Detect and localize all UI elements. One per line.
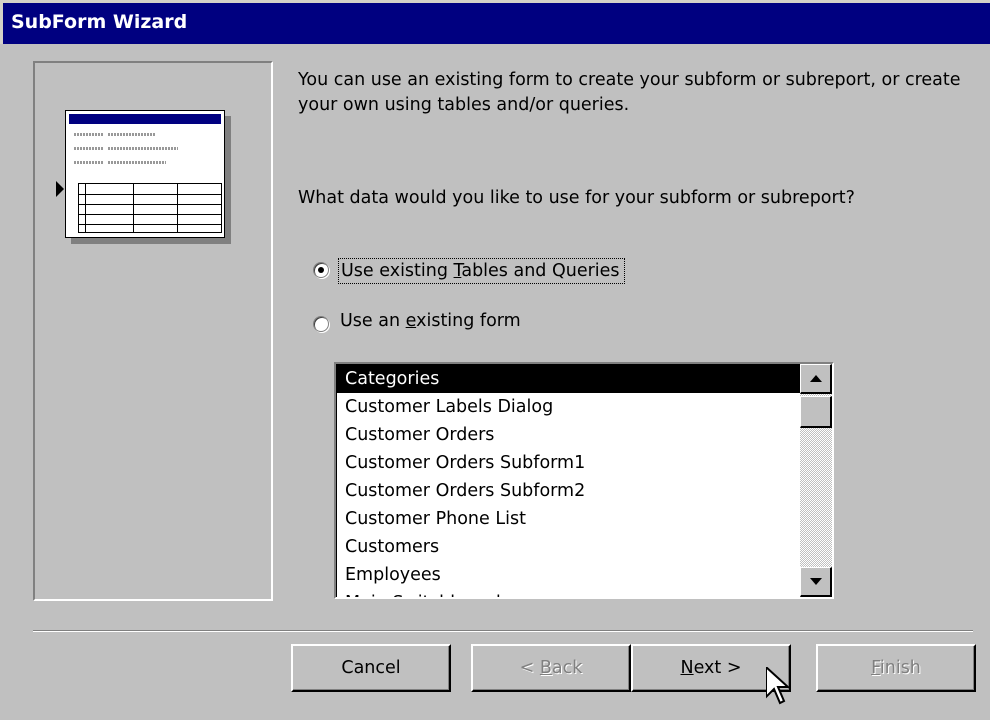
title-bar: SubForm Wizard [0,0,990,44]
question-text: What data would you like to use for your… [298,188,855,208]
arrow-up-icon [810,375,822,382]
separator [33,630,973,632]
scroll-down-button[interactable] [800,567,832,597]
listbox-items: Categories Customer Labels Dialog Custom… [336,364,800,597]
radio-use-tables-queries[interactable] [313,262,329,278]
preview-panel [33,61,273,601]
intro-text: You can use an existing form to create y… [298,70,961,115]
list-item[interactable]: Customer Orders Subform2 [337,477,800,505]
list-item[interactable]: Main Switchboard [337,589,800,597]
finish-button[interactable]: Finish [816,644,976,692]
cancel-button[interactable]: Cancel [291,644,451,692]
list-item[interactable]: Customer Orders Subform1 [337,449,800,477]
form-preview-illustration [65,110,225,238]
arrow-down-icon [810,578,822,585]
radio-selected-dot [318,267,324,273]
list-item[interactable]: Customer Labels Dialog [337,393,800,421]
radio-use-existing-form[interactable] [313,316,329,332]
list-item[interactable]: Customers [337,533,800,561]
subform-grid-illustration [78,183,222,233]
list-item[interactable]: Customer Orders [337,421,800,449]
scroll-up-button[interactable] [800,364,832,394]
radio-label-use-tables-queries[interactable]: Use existing Tables and Queries [338,258,625,284]
back-button[interactable]: < Back [471,644,631,692]
existing-forms-listbox[interactable]: Categories Customer Labels Dialog Custom… [334,362,834,599]
mouse-cursor-icon [766,667,790,705]
list-item[interactable]: Employees [337,561,800,589]
scroll-thumb[interactable] [800,396,832,428]
subform-wizard-window: SubForm Wizard You can use an existing f… [0,0,990,720]
listbox-scrollbar[interactable] [800,364,832,597]
list-item[interactable]: Categories [337,365,800,393]
radio-label-use-existing-form[interactable]: Use an existing form [340,311,521,331]
pointer-arrow-icon [56,181,64,197]
window-title: SubForm Wizard [11,11,188,33]
list-item[interactable]: Customer Phone List [337,505,800,533]
